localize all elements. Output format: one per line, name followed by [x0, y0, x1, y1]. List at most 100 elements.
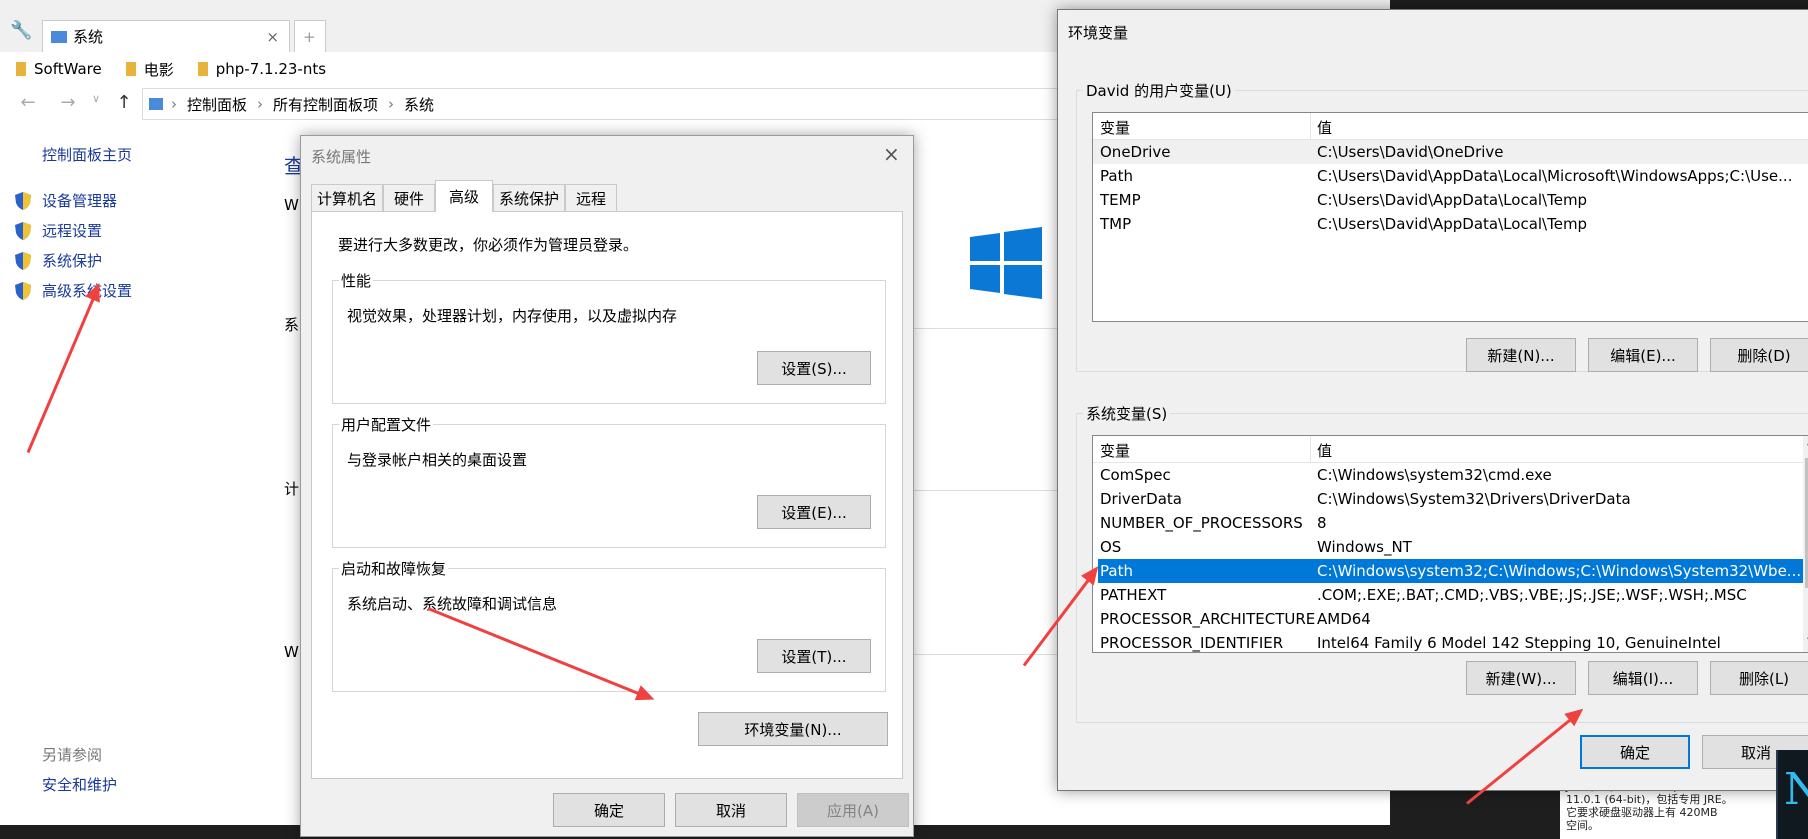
- folder-icon: [125, 62, 136, 76]
- sidebar-item-remote[interactable]: 远程设置: [14, 220, 102, 241]
- breadcrumb-control-panel[interactable]: 控制面板: [187, 94, 247, 115]
- startup-settings-button[interactable]: 设置(T)...: [757, 639, 871, 673]
- list-item[interactable]: OneDrive C:\Users\David\OneDrive: [1093, 140, 1808, 164]
- sidebar-item-device-manager[interactable]: 设备管理器: [14, 190, 117, 211]
- var-name: Path: [1100, 562, 1133, 580]
- bookmark-software[interactable]: SoftWare: [16, 60, 102, 78]
- see-also-title: 另请参阅: [42, 746, 103, 764]
- list-header: 变量 值: [1093, 113, 1808, 140]
- sidebar-item-protection[interactable]: 系统保护: [14, 250, 102, 271]
- chevron-right-icon: ›: [257, 95, 264, 113]
- breadcrumb-system[interactable]: 系统: [404, 94, 434, 115]
- dropdown-icon[interactable]: ∨: [82, 92, 110, 105]
- new-tab-button[interactable]: +: [294, 20, 326, 52]
- tab-panel: 要进行大多数更改，你必须作为管理员登录。 性能 视觉效果，处理器计划，内存使用，…: [311, 211, 903, 779]
- tab-system[interactable]: 系统 ×: [42, 20, 290, 52]
- control-panel-home-link[interactable]: 控制面板主页: [42, 144, 132, 165]
- sidebar-item-advanced[interactable]: 高级系统设置: [14, 280, 132, 301]
- left-pane: 控制面板主页 设备管理器 远程设置 系统保护 高级系统设置 另请参阅 安全和维护: [0, 122, 290, 825]
- var-value: Intel64 Family 6 Model 142 Stepping 10, …: [1317, 634, 1721, 652]
- column-header-value[interactable]: 值: [1317, 440, 1332, 461]
- ok-button[interactable]: 确定: [1580, 735, 1690, 769]
- chevron-right-icon: ›: [388, 95, 395, 113]
- bg-line4: 空间。: [1566, 819, 1599, 832]
- scrollbar[interactable]: ▲ ▼: [1803, 436, 1808, 652]
- sidebar-label: 远程设置: [42, 222, 103, 240]
- main-fragment: 系: [284, 316, 300, 334]
- group-label: 用户配置文件: [339, 414, 434, 435]
- column-header-value[interactable]: 值: [1317, 117, 1332, 138]
- folder-icon: [197, 62, 208, 76]
- tab-computer-name[interactable]: 计算机名: [311, 184, 383, 211]
- breadcrumb-all-items[interactable]: 所有控制面板项: [273, 94, 378, 115]
- environment-variables-button[interactable]: 环境变量(N)...: [698, 712, 888, 746]
- tab-remote[interactable]: 远程: [565, 184, 617, 211]
- profiles-settings-button[interactable]: 设置(E)...: [757, 495, 871, 529]
- column-header-variable[interactable]: 变量: [1100, 117, 1130, 138]
- list-item[interactable]: TEMP C:\Users\David\AppData\Local\Temp: [1093, 188, 1808, 212]
- var-value: C:\Users\David\AppData\Local\Temp: [1317, 191, 1588, 209]
- var-name: TEMP: [1100, 191, 1141, 209]
- close-tab-icon[interactable]: ×: [266, 28, 279, 46]
- bg-line3: 它要求硬盘驱动器上有 420MB: [1566, 806, 1718, 819]
- forward-icon[interactable]: →: [54, 92, 82, 113]
- bookmark-label: php-7.1.23-nts: [215, 60, 327, 78]
- tab-hardware[interactable]: 硬件: [383, 184, 435, 211]
- back-icon[interactable]: ←: [14, 92, 42, 113]
- up-icon[interactable]: ↑: [110, 92, 138, 113]
- var-name: OneDrive: [1100, 143, 1171, 161]
- environment-variables-dialog: 环境变量 David 的用户变量(U) 变量 值 OneDrive C:\Use…: [1057, 9, 1808, 791]
- user-new-button[interactable]: 新建(N)...: [1466, 338, 1576, 372]
- column-header-variable[interactable]: 变量: [1100, 440, 1130, 461]
- ok-button[interactable]: 确定: [553, 793, 665, 827]
- apply-button: 应用(A): [797, 793, 909, 827]
- list-item[interactable]: PATHEXT .COM;.EXE;.BAT;.CMD;.VBS;.VBE;.J…: [1093, 583, 1803, 607]
- shield-icon: [15, 251, 31, 270]
- list-item[interactable]: PROCESSOR_IDENTIFIER Intel64 Family 6 Mo…: [1093, 631, 1803, 652]
- system-variables-list[interactable]: 变量 值 ComSpec C:\Windows\system32\cmd.exe…: [1092, 435, 1808, 653]
- security-maintenance-link[interactable]: 安全和维护: [42, 774, 117, 795]
- var-name: NUMBER_OF_PROCESSORS: [1100, 514, 1303, 532]
- list-item[interactable]: NUMBER_OF_PROCESSORS 8: [1093, 511, 1803, 535]
- performance-settings-button[interactable]: 设置(S)...: [757, 351, 871, 385]
- group-label: 系统变量(S): [1083, 403, 1171, 424]
- var-value: C:\Windows\System32\Drivers\DriverData: [1317, 490, 1631, 508]
- tab-title: 系统: [73, 28, 104, 46]
- list-item[interactable]: PROCESSOR_ARCHITECTURE AMD64: [1093, 607, 1803, 631]
- var-name: TMP: [1100, 215, 1132, 233]
- list-item[interactable]: ComSpec C:\Windows\system32\cmd.exe: [1093, 463, 1803, 487]
- system-delete-button[interactable]: 删除(L): [1710, 661, 1808, 695]
- user-delete-button[interactable]: 删除(D): [1710, 338, 1808, 372]
- user-variables-list[interactable]: 变量 值 OneDrive C:\Users\David\OneDrive Pa…: [1092, 112, 1808, 322]
- bookmark-php[interactable]: php-7.1.23-nts: [197, 60, 327, 78]
- group-desc: 与登录帐户相关的桌面设置: [347, 451, 528, 469]
- folder-icon: [16, 62, 26, 76]
- list-item[interactable]: TMP C:\Users\David\AppData\Local\Temp: [1093, 212, 1808, 236]
- group-label: David 的用户变量(U): [1083, 80, 1235, 101]
- list-item[interactable]: Path C:\Users\David\AppData\Local\Micros…: [1093, 164, 1808, 188]
- var-value: Windows_NT: [1317, 538, 1412, 556]
- tab-system-protection[interactable]: 系统保护: [493, 184, 565, 211]
- close-icon[interactable]: ×: [883, 142, 900, 166]
- divider: [912, 490, 1058, 491]
- divider: [912, 654, 1058, 655]
- var-value: C:\Windows\system32\cmd.exe: [1317, 466, 1552, 484]
- bookmark-movies[interactable]: 电影: [125, 59, 174, 80]
- user-edit-button[interactable]: 编辑(E)...: [1588, 338, 1698, 372]
- system-new-button[interactable]: 新建(W)...: [1466, 661, 1576, 695]
- cancel-button[interactable]: 取消: [675, 793, 787, 827]
- admin-note: 要进行大多数更改，你必须作为管理员登录。: [338, 236, 639, 254]
- system-properties-dialog: 系统属性 × 计算机名 硬件 高级 系统保护 远程 要进行大多数更改，你必须作为…: [300, 135, 914, 837]
- dialog-title: 系统属性: [311, 148, 372, 166]
- var-value: C:\Users\David\OneDrive: [1317, 143, 1504, 161]
- wrench-icon[interactable]: 🔧: [10, 20, 32, 41]
- var-value: AMD64: [1317, 610, 1371, 628]
- list-item[interactable]: OS Windows_NT: [1093, 535, 1803, 559]
- list-item-selected[interactable]: Path C:\Windows\system32;C:\Windows;C:\W…: [1098, 559, 1803, 583]
- bookmark-label: SoftWare: [34, 60, 102, 78]
- system-edit-button[interactable]: 编辑(I)...: [1588, 661, 1698, 695]
- var-name: DriverData: [1100, 490, 1182, 508]
- list-item[interactable]: DriverData C:\Windows\System32\Drivers\D…: [1093, 487, 1803, 511]
- sidebar-label: 系统保护: [42, 252, 103, 270]
- tab-advanced[interactable]: 高级: [435, 180, 493, 212]
